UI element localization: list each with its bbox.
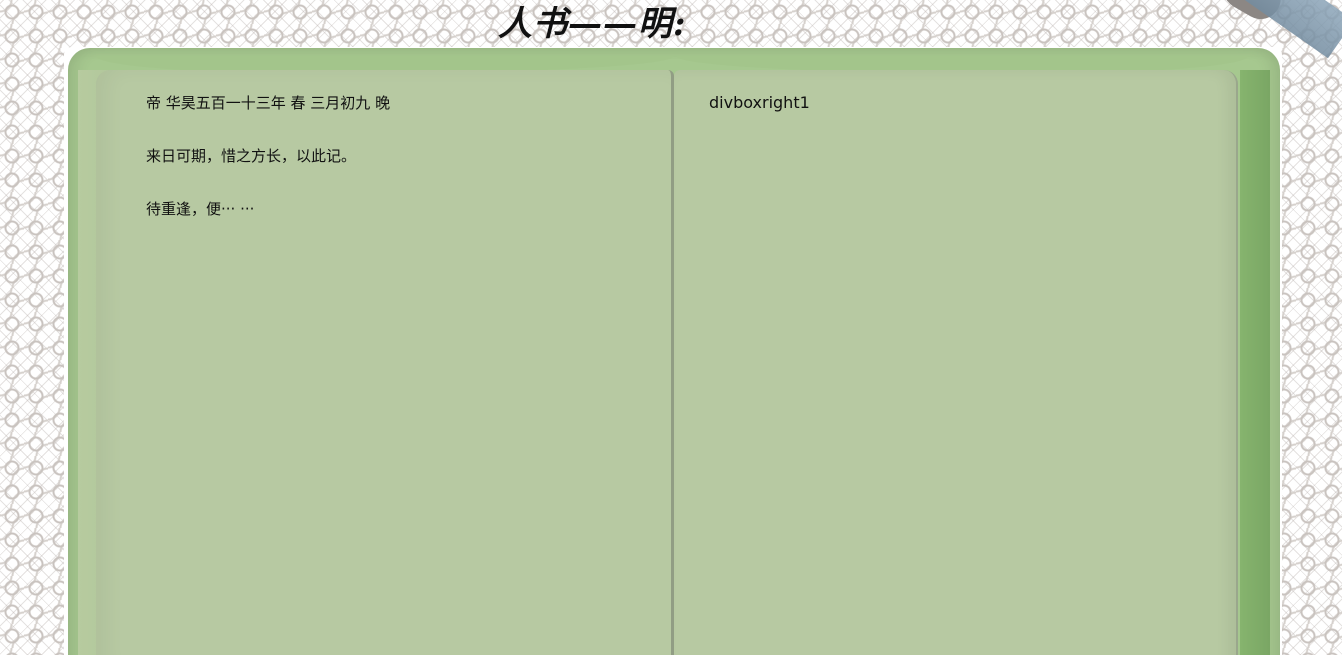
right-page-text: divboxright1 (709, 93, 810, 112)
page-title: 人书——明: (498, 4, 687, 44)
left-page: 帝 华昊五百一十三年 春 三月初九 晚 来日可期，惜之方长，以此记。 待重逢，便… (96, 70, 674, 655)
diary-line: 待重逢，便··· ··· (146, 200, 255, 218)
right-page-content: divboxright1 (709, 92, 1216, 145)
diary-date-line: 帝 华昊五百一十三年 春 三月初九 晚 (146, 94, 391, 112)
left-page-content: 帝 华昊五百一十三年 春 三月初九 晚 来日可期，惜之方长，以此记。 待重逢，便… (146, 92, 651, 251)
right-page: divboxright1 (674, 70, 1238, 655)
diary-line: 来日可期，惜之方长，以此记。 (146, 147, 357, 165)
book-right-edge (1240, 70, 1270, 655)
